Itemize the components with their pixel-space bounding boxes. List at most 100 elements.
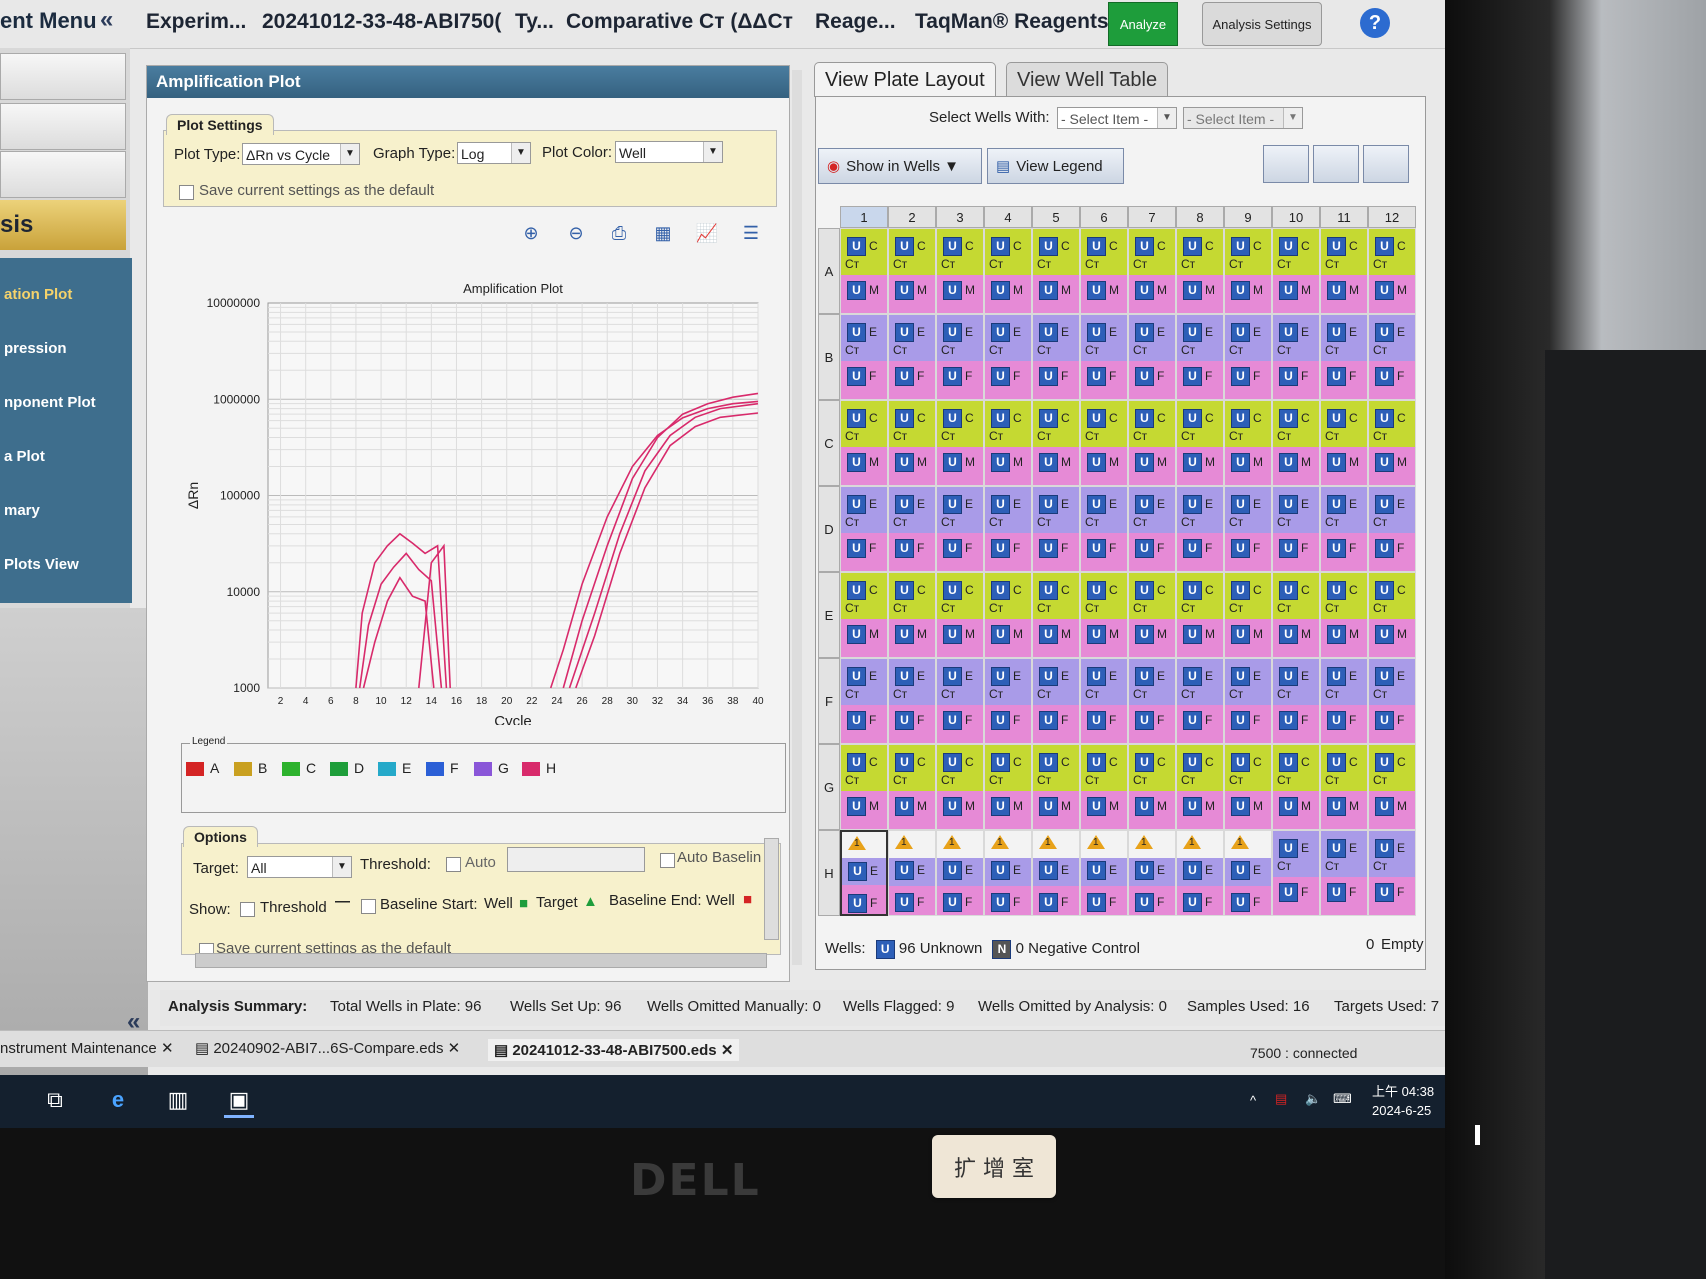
plate-well[interactable]: U C Cт U M [1224, 400, 1272, 486]
tray-date[interactable]: 2024-6-25 [1372, 1103, 1431, 1118]
plate-well[interactable]: U E Cт U F [1272, 658, 1320, 744]
column-header[interactable]: 10 [1272, 206, 1320, 228]
column-header[interactable]: 2 [888, 206, 936, 228]
plate-well[interactable]: U E Cт U F [1080, 658, 1128, 744]
column-header[interactable]: 6 [1080, 206, 1128, 228]
plate-well[interactable]: U C Cт U M [984, 744, 1032, 830]
plate-well[interactable]: U E Cт U F [1272, 830, 1320, 916]
row-header[interactable]: F [818, 658, 840, 744]
plate-well[interactable]: 1UEUF [1080, 830, 1128, 916]
print-icon[interactable]: ⎙ [606, 220, 632, 246]
sidebar-button-2[interactable] [0, 103, 126, 150]
volume-icon[interactable]: 🔈 [1305, 1091, 1321, 1107]
row-header[interactable]: H [818, 830, 840, 916]
tab-file-1[interactable]: ▤ 20240902-ABI7...6S-Compare.eds ✕ [195, 1039, 460, 1057]
close-icon[interactable]: ✕ [448, 1040, 461, 1057]
fit-plate-icon[interactable] [1363, 145, 1409, 183]
view-legend-button[interactable]: ▤ View Legend [987, 148, 1124, 184]
plate-well[interactable]: U E Cт U F [1080, 314, 1128, 400]
plate-well[interactable]: U C Cт U M [1176, 400, 1224, 486]
plate-well[interactable]: U C Cт U M [888, 572, 936, 658]
column-header[interactable]: 9 [1224, 206, 1272, 228]
plate-well[interactable]: U E Cт U F [936, 658, 984, 744]
select-wells-dropdown-2[interactable]: - Select Item - ▼ [1183, 107, 1303, 129]
plate-well[interactable]: U C Cт U M [1320, 400, 1368, 486]
help-icon[interactable]: ? [1360, 8, 1390, 38]
tab-instrument-maintenance[interactable]: nstrument Maintenance ✕ [0, 1039, 174, 1057]
plate-well[interactable]: U E Cт U F [1032, 314, 1080, 400]
plate-well[interactable]: U C Cт U M [1080, 228, 1128, 314]
plate-well[interactable]: 1UEUF [1128, 830, 1176, 916]
column-header[interactable]: 7 [1128, 206, 1176, 228]
plate-well[interactable]: U C Cт U M [1368, 572, 1416, 658]
tab-file-2-active[interactable]: ▤ 20241012-33-48-ABI7500.eds ✕ [488, 1039, 740, 1061]
plate-well[interactable]: U E Cт U F [1272, 486, 1320, 572]
tab-view-well-table[interactable]: View Well Table [1006, 62, 1169, 97]
plate-well[interactable]: U E Cт U F [1320, 830, 1368, 916]
row-header[interactable]: C [818, 400, 840, 486]
panel-splitter[interactable] [792, 70, 802, 965]
plate-well[interactable]: U C Cт U M [1272, 572, 1320, 658]
column-header[interactable]: 12 [1368, 206, 1416, 228]
plate-well[interactable]: U C Cт U M [1320, 572, 1368, 658]
plate-well[interactable]: U C Cт U M [1128, 228, 1176, 314]
plate-well[interactable]: U E Cт U F [1272, 314, 1320, 400]
plate-well[interactable]: U C Cт U M [984, 228, 1032, 314]
plate-well[interactable]: U C Cт U M [840, 744, 888, 830]
tray-chevron-icon[interactable]: ^ [1250, 1093, 1256, 1108]
column-header[interactable]: 5 [1032, 206, 1080, 228]
plate-well[interactable]: 1UEUF [1224, 830, 1272, 916]
plate-well[interactable]: U E Cт U F [1176, 486, 1224, 572]
plate-well[interactable]: U E Cт U F [840, 486, 888, 572]
plate-well[interactable]: U C Cт U M [936, 400, 984, 486]
select-wells-dropdown-1[interactable]: - Select Item - ▼ [1057, 107, 1177, 129]
plate-well[interactable]: 1UEUF [840, 830, 888, 916]
close-icon[interactable]: ✕ [161, 1040, 174, 1057]
plate-well[interactable]: U C Cт U M [936, 228, 984, 314]
plate-well[interactable]: U C Cт U M [1368, 228, 1416, 314]
plate-well[interactable]: U E Cт U F [888, 486, 936, 572]
plate-well[interactable]: U E Cт U F [984, 486, 1032, 572]
plate-well[interactable]: U C Cт U M [936, 572, 984, 658]
row-header[interactable]: A [818, 228, 840, 314]
plate-well[interactable]: 1UEUF [984, 830, 1032, 916]
plate-well[interactable]: U E Cт U F [888, 314, 936, 400]
plate-well[interactable]: U C Cт U M [840, 400, 888, 486]
row-header[interactable]: B [818, 314, 840, 400]
plate-well[interactable]: U C Cт U M [1224, 572, 1272, 658]
graph-settings-icon[interactable]: 📈 [694, 220, 720, 246]
sidebar-item-raw-data-plot[interactable]: a Plot [4, 448, 45, 465]
column-header[interactable]: 1 [840, 206, 888, 228]
column-header[interactable]: 4 [984, 206, 1032, 228]
plot-type-select[interactable]: ΔRn vs Cycle ▼ [242, 143, 360, 165]
plate-well[interactable]: U C Cт U M [1224, 228, 1272, 314]
sidebar-button-3[interactable] [0, 151, 126, 198]
plate-well[interactable]: U E Cт U F [1176, 314, 1224, 400]
plate-well[interactable]: U C Cт U M [1320, 744, 1368, 830]
plate-well[interactable]: 1UEUF [888, 830, 936, 916]
plate-well[interactable]: U E Cт U F [1368, 830, 1416, 916]
plate-well[interactable]: U C Cт U M [1032, 744, 1080, 830]
close-icon[interactable]: ✕ [721, 1042, 734, 1059]
show-in-wells-button[interactable]: ◉ Show in Wells ▼ [818, 148, 982, 184]
plate-well[interactable]: U C Cт U M [1368, 400, 1416, 486]
zoom-out-icon[interactable]: ⊖ [563, 220, 589, 246]
amplification-chart[interactable]: 2 4 6 8 10 12 14 16 18 20 22 24 26 28 30 32 34 36 38 401000… [168, 265, 788, 730]
7500-software-icon[interactable]: ▣ [224, 1085, 254, 1118]
plate-well[interactable]: U C Cт U M [984, 400, 1032, 486]
plate-well[interactable]: U E Cт U F [1128, 658, 1176, 744]
list-icon[interactable]: ☰ [738, 220, 764, 246]
plate-well[interactable]: U C Cт U M [1272, 744, 1320, 830]
plate-well[interactable]: U E Cт U F [1368, 314, 1416, 400]
plate-well[interactable]: U E Cт U F [1224, 314, 1272, 400]
plate-well[interactable]: U E Cт U F [936, 314, 984, 400]
plate-well[interactable]: U C Cт U M [1080, 400, 1128, 486]
tab-view-plate-layout[interactable]: View Plate Layout [814, 62, 996, 97]
plate-well[interactable]: U C Cт U M [936, 744, 984, 830]
task-view-icon[interactable]: ⧉ [40, 1085, 70, 1115]
plate-well[interactable]: U C Cт U M [1128, 572, 1176, 658]
plate-well[interactable]: U C Cт U M [1368, 744, 1416, 830]
plot-color-select[interactable]: Well ▼ [615, 141, 723, 163]
show-threshold-checkbox[interactable] [240, 902, 255, 917]
plate-well[interactable]: U C Cт U M [888, 228, 936, 314]
